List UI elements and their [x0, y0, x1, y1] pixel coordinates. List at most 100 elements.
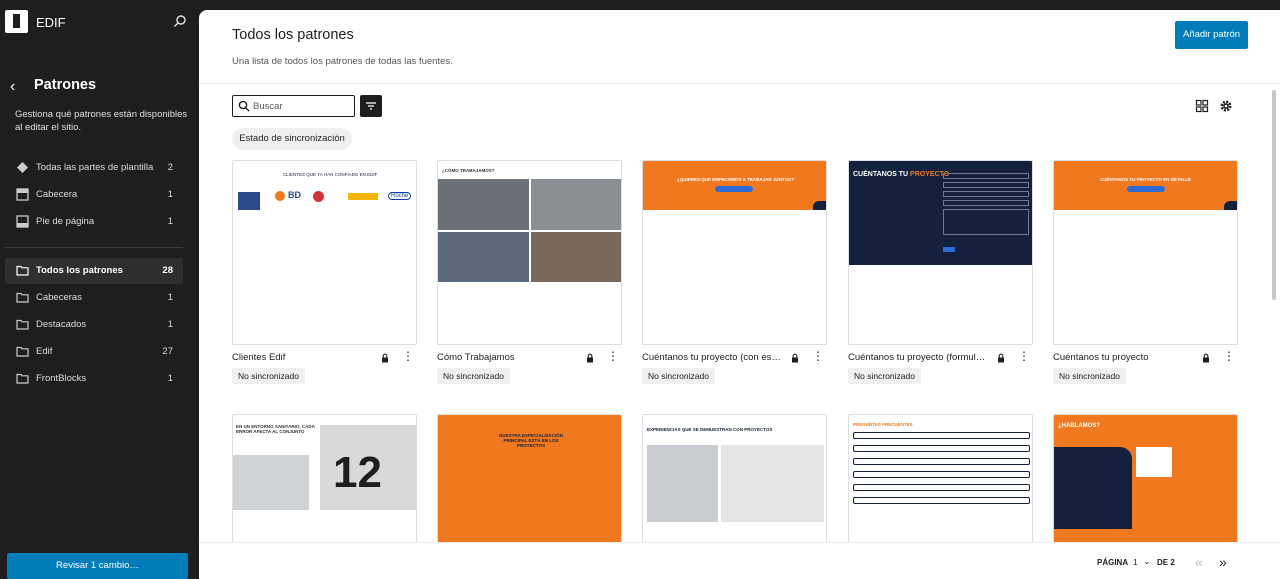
back-arrow-icon[interactable]: ‹ [10, 78, 15, 96]
nav-item-frontblocks[interactable]: FrontBlocks 1 [5, 366, 183, 392]
page-header: Todos los patrones Una lista de todos lo… [199, 10, 1280, 84]
pattern-title[interactable]: Cuéntanos tu proyecto [1053, 352, 1198, 363]
previous-page-button[interactable]: « [1195, 554, 1203, 570]
nav-item-header[interactable]: Cabecera 1 [5, 182, 183, 208]
more-options-icon[interactable]: ⋮ [812, 350, 824, 364]
nav-item-footer[interactable]: Pie de página 1 [5, 209, 183, 235]
search-icon[interactable] [173, 14, 187, 28]
preview-input [943, 191, 1029, 197]
site-bar: EDIF [0, 0, 199, 44]
gear-icon[interactable] [1219, 99, 1233, 113]
nav-item-label: Cabeceras [36, 292, 82, 303]
search-input[interactable] [253, 99, 348, 113]
lock-icon [382, 353, 388, 363]
folder-icon [16, 292, 29, 303]
panel-header: ‹ Patrones [10, 76, 190, 98]
panel-description: Gestiona qué patrones están disponibles … [15, 109, 188, 133]
chevron-down-icon[interactable]: ⌄ [1143, 556, 1151, 567]
filter-button[interactable] [360, 95, 382, 117]
pattern-title[interactable]: Cuéntanos tu proyecto (formul… [848, 352, 993, 363]
pattern-title[interactable]: Clientes Edif [232, 352, 377, 363]
pattern-preview[interactable]: EXPERIENCIAS QUE SE DEMUESTRAN CON PROYE… [642, 414, 827, 554]
page-label: PÁGINA [1097, 558, 1129, 567]
nav-item-cabeceras[interactable]: Cabeceras 1 [5, 285, 183, 311]
more-options-icon[interactable]: ⋮ [402, 350, 414, 364]
nav-item-label: Edif [36, 346, 53, 357]
sync-status-badge: No sincronizado [848, 368, 921, 384]
pattern-preview[interactable]: ¿QUIERES QUE EMPECEMOS A TRABAJAR JUNTOS… [642, 160, 827, 345]
preview-text: EXPERIENCIAS QUE SE DEMUESTRAN CON PROYE… [647, 427, 773, 432]
sidebar: EDIF ‹ Patrones Gestiona qué patrones es… [0, 0, 199, 579]
search-icon [238, 100, 250, 112]
nav-item-count: 1 [167, 319, 173, 330]
nav-item-count: 1 [167, 292, 173, 303]
template-parts-icon [17, 162, 28, 173]
faq-item [853, 471, 1030, 478]
page-title: Todos los patrones [232, 27, 354, 43]
next-page-button[interactable]: » [1219, 554, 1227, 570]
sync-status-badge: No sincronizado [437, 368, 510, 384]
folder-icon [16, 265, 29, 276]
preview-text: ¿HABLAMOS? [1058, 423, 1100, 429]
pattern-title[interactable]: Cuéntanos tu proyecto (con es… [642, 352, 787, 363]
pattern-title[interactable]: Cómo Trabajamos [437, 352, 582, 363]
grid-view-icon[interactable] [1195, 99, 1209, 113]
preview-button [715, 186, 753, 192]
client-logo [313, 191, 324, 202]
preview-text: ¿CÓMO TRABAJAMOS? [442, 168, 495, 173]
nav-item-label: Todos los patrones [36, 265, 123, 276]
preview-input [943, 173, 1029, 179]
more-options-icon[interactable]: ⋮ [1018, 350, 1030, 364]
preview-image [531, 179, 621, 230]
site-name[interactable]: EDIF [36, 15, 66, 30]
folder-icon [16, 319, 29, 330]
pattern-preview[interactable]: CLIENTES QUE YA HAN CONFIADO EN EDIF BD … [232, 160, 417, 345]
nav-item-count: 2 [167, 162, 173, 173]
pattern-preview[interactable]: ¿CÓMO TRABAJAMOS? [437, 160, 622, 345]
preview-text: CLIENTES QUE YA HAN CONFIADO EN EDIF [283, 172, 378, 177]
client-logo [275, 191, 285, 201]
pattern-preview[interactable]: EN UN ENTORNO SANITARIO, CADA ERROR AFEC… [232, 414, 417, 554]
pattern-preview[interactable]: PREGUNTAS FRECUENTES [848, 414, 1033, 554]
nav-item-destacados[interactable]: Destacados 1 [5, 312, 183, 338]
preview-image [233, 455, 309, 510]
folder-icon [16, 373, 29, 384]
sync-status-filter[interactable]: Estado de sincronización [232, 128, 352, 150]
nav-item-all-patterns[interactable]: Todos los patrones 28 [5, 258, 183, 284]
scrollbar[interactable] [1272, 90, 1276, 300]
pattern-preview[interactable]: NUESTRA ESPECIALIZACIÓN PRINCIPAL ESTÁ E… [437, 414, 622, 554]
nav-item-count: 1 [167, 373, 173, 384]
preview-image [438, 179, 529, 230]
page-subtitle: Una lista de todos los patrones de todas… [232, 56, 453, 67]
preview-number: 12 [333, 448, 382, 497]
pattern-preview[interactable]: ¿HABLAMOS? [1053, 414, 1238, 554]
search-field[interactable] [232, 95, 355, 117]
nav-item-count: 27 [162, 346, 173, 357]
pattern-preview[interactable]: CUÉNTANOS TU PROYECTO [848, 160, 1033, 345]
nav-item-label: Cabecera [36, 189, 78, 200]
preview-text: EN UN ENTORNO SANITARIO, CADA ERROR AFEC… [236, 424, 315, 434]
preview-shape [1054, 447, 1132, 529]
preview-image [721, 445, 824, 522]
preview-card [1136, 447, 1172, 477]
site-logo[interactable] [5, 10, 28, 33]
review-changes-button[interactable]: Revisar 1 cambio… [7, 553, 188, 579]
more-options-icon[interactable]: ⋮ [607, 350, 619, 364]
client-logo-text: Roche [388, 192, 412, 200]
pattern-preview[interactable]: CUÉNTANOS TU PROYECTO EN DETALLE [1053, 160, 1238, 345]
main-content: Todos los patrones Una lista de todos lo… [199, 10, 1280, 579]
preview-shape [813, 201, 826, 210]
more-options-icon[interactable]: ⋮ [1223, 350, 1235, 364]
lock-icon [587, 353, 593, 363]
sync-status-badge: No sincronizado [232, 368, 305, 384]
lock-icon [1203, 353, 1209, 363]
page-total: DE 2 [1157, 558, 1175, 567]
nav-item-all-template-parts[interactable]: Todas las partes de plantilla 2 [5, 155, 183, 181]
nav-item-edif[interactable]: Edif 27 [5, 339, 183, 365]
preview-text: PREGUNTAS FRECUENTES [853, 422, 913, 427]
preview-text: ¿QUIERES QUE EMPECEMOS A TRABAJAR JUNTOS… [677, 177, 794, 182]
sidebar-divider [5, 247, 183, 248]
faq-item [853, 484, 1030, 491]
add-pattern-button[interactable]: Añadir patrón [1175, 21, 1248, 49]
page-select[interactable]: 1 [1133, 557, 1138, 567]
